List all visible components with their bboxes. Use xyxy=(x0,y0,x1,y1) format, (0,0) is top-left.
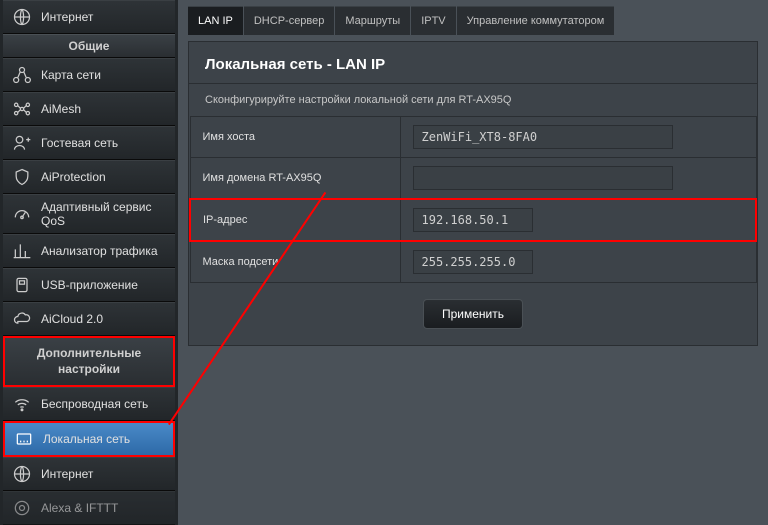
tab-routes[interactable]: Маршруты xyxy=(335,6,410,35)
sidebar-label: Адаптивный сервис QoS xyxy=(41,200,167,229)
guest-network-icon xyxy=(11,132,33,154)
input-mask[interactable] xyxy=(413,250,533,274)
speedometer-icon xyxy=(11,203,33,225)
content: LAN IP DHCP-сервер Маршруты IPTV Управле… xyxy=(178,0,768,525)
tab-switch-control[interactable]: Управление коммутатором xyxy=(457,6,615,35)
lan-icon xyxy=(13,428,35,450)
sidebar-item-traffic-analyzer[interactable]: Анализатор трафика xyxy=(3,234,175,268)
sidebar-label: Карта сети xyxy=(41,68,101,82)
sidebar-label: Alexa & IFTTT xyxy=(41,501,118,515)
apply-button[interactable]: Применить xyxy=(423,299,523,329)
sidebar-label: AiMesh xyxy=(41,102,81,116)
sidebar-label: Интернет xyxy=(41,10,93,24)
cloud-icon xyxy=(11,308,33,330)
shield-icon xyxy=(11,166,33,188)
sidebar-label: AiProtection xyxy=(41,170,106,184)
sidebar-label: Интернет xyxy=(41,467,93,481)
input-ip[interactable] xyxy=(413,208,533,232)
sidebar-label: Локальная сеть xyxy=(43,432,130,446)
panel: Локальная сеть - LAN IP Сконфигурируйте … xyxy=(188,41,758,346)
sidebar-label: Гостевая сеть xyxy=(41,136,118,150)
network-map-icon xyxy=(11,64,33,86)
section-header-general: Общие xyxy=(3,34,175,58)
tabs: LAN IP DHCP-сервер Маршруты IPTV Управле… xyxy=(188,6,758,35)
sidebar-item-aiprotection[interactable]: AiProtection xyxy=(3,160,175,194)
sidebar-item-wireless[interactable]: Беспроводная сеть xyxy=(3,387,175,421)
form-table: Имя хоста Имя домена RT-AX95Q IP-адрес М… xyxy=(189,116,757,283)
tab-dhcp[interactable]: DHCP-сервер xyxy=(244,6,335,35)
sidebar-label: Беспроводная сеть xyxy=(41,397,148,411)
section-header-advanced: Дополнительные настройки xyxy=(3,336,175,387)
label-domain: Имя домена RT-AX95Q xyxy=(190,158,400,200)
sidebar-item-aicloud[interactable]: AiCloud 2.0 xyxy=(3,302,175,336)
input-hostname[interactable] xyxy=(413,125,673,149)
sidebar-item-internet[interactable]: Интернет xyxy=(3,457,175,491)
sidebar-label: USB-приложение xyxy=(41,278,138,292)
aimesh-icon xyxy=(11,98,33,120)
sidebar-item-lan[interactable]: Локальная сеть xyxy=(3,421,175,457)
tab-iptv[interactable]: IPTV xyxy=(411,6,455,35)
label-hostname: Имя хоста xyxy=(190,117,400,158)
integration-icon xyxy=(11,497,33,519)
row-subnet-mask: Маска подсети xyxy=(190,241,756,283)
globe-icon xyxy=(11,463,33,485)
sidebar-label: Анализатор трафика xyxy=(41,244,158,258)
sidebar: Интернет Общие Карта сети AiMesh Гостева… xyxy=(0,0,178,525)
wifi-icon xyxy=(11,393,33,415)
input-domain[interactable] xyxy=(413,166,673,190)
row-hostname: Имя хоста xyxy=(190,117,756,158)
usb-icon xyxy=(11,274,33,296)
sidebar-item-qos[interactable]: Адаптивный сервис QoS xyxy=(3,194,175,234)
row-ip-address: IP-адрес xyxy=(190,199,756,241)
panel-title: Локальная сеть - LAN IP xyxy=(189,42,757,83)
sidebar-item-aimesh[interactable]: AiMesh xyxy=(3,92,175,126)
chart-icon xyxy=(11,240,33,262)
tab-lan-ip[interactable]: LAN IP xyxy=(188,6,243,35)
sidebar-label: AiCloud 2.0 xyxy=(41,312,103,326)
sidebar-item-guest-network[interactable]: Гостевая сеть xyxy=(3,126,175,160)
row-domain: Имя домена RT-AX95Q xyxy=(190,158,756,200)
label-mask: Маска подсети xyxy=(190,241,400,283)
globe-icon xyxy=(11,6,33,28)
panel-description: Сконфигурируйте настройки локальной сети… xyxy=(189,84,757,116)
sidebar-item-network-map[interactable]: Карта сети xyxy=(3,58,175,92)
sidebar-item-usb-app[interactable]: USB-приложение xyxy=(3,268,175,302)
sidebar-item-alexa-ifttt[interactable]: Alexa & IFTTT xyxy=(3,491,175,525)
sidebar-item-internet-top[interactable]: Интернет xyxy=(3,0,175,34)
